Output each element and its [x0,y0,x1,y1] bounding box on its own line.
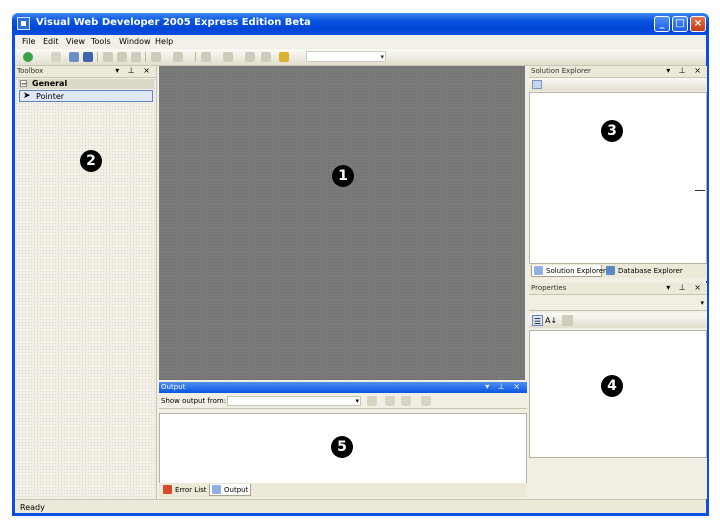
properties-toolbar: ☰ A↓ [529,313,707,328]
standard-toolbar: ▾ [15,49,706,66]
properties-object-select[interactable]: ▾ [529,296,707,311]
add-item-icon[interactable] [51,52,61,62]
panel-window-buttons[interactable]: ▾ ⊥ × [666,66,704,75]
tab-database-explorer[interactable]: Database Explorer [604,265,686,277]
panel-window-buttons[interactable]: ▾ ⊥ × [666,283,704,292]
marker-output: 5 [331,436,353,458]
toolbox-background [15,78,156,499]
toolbox-item-pointer[interactable]: ➤ Pointer [19,90,153,102]
solution-explorer-title: Solution Explorer [531,67,591,75]
maximize-button[interactable]: □ [672,16,688,32]
chevron-down-icon: ▾ [355,397,359,405]
tab-output[interactable]: Output [209,484,251,496]
collapse-icon[interactable]: − [20,80,27,88]
find-combo[interactable]: ▾ [306,51,386,62]
tab-label: Output [224,486,249,494]
tab-error-list[interactable]: Error List [161,484,207,496]
start-debugging-icon[interactable] [245,52,255,62]
chevron-down-icon: ▾ [700,299,704,307]
menu-window[interactable]: Window [119,37,151,46]
solution-explorer-panel: Solution Explorer ▾ ⊥ × Solution Explore… [529,66,707,281]
alphabetical-icon[interactable]: A↓ [545,315,557,326]
toolbox-group-label: General [32,79,68,88]
window-title: Visual Web Developer 2005 Express Editio… [36,17,311,28]
status-text: Ready [20,503,45,512]
toolbox-header: Toolbox ▾ ⊥ × [15,66,156,78]
save-all-icon[interactable] [83,52,93,62]
minimize-button[interactable]: _ [654,16,670,32]
next-message-icon[interactable] [401,396,411,406]
output-tab-strip: Error List Output [159,483,527,497]
tab-solution-explorer[interactable]: Solution Explorer [531,265,606,277]
find-message-icon[interactable] [367,396,377,406]
tab-label: Error List [175,486,207,494]
output-toolbar: Show output from: ▾ [159,394,527,409]
new-website-icon[interactable] [23,52,33,62]
marker-toolbox: 2 [80,150,102,172]
marker-properties: 4 [601,375,623,397]
previous-message-icon[interactable] [385,396,395,406]
toolbox-title: Toolbox [17,67,44,75]
properties-title: Properties [531,284,567,292]
navigate-backward-icon[interactable] [201,52,211,62]
app-icon [17,17,30,30]
find-icon[interactable] [261,52,271,62]
find-in-files-icon[interactable] [279,52,289,62]
solution-explorer-toolbar [529,78,707,91]
menu-edit[interactable]: Edit [43,37,59,46]
save-icon[interactable] [69,52,79,62]
output-source-select[interactable]: ▾ [227,396,361,406]
database-explorer-icon [606,266,615,275]
title-bar: Visual Web Developer 2005 Express Editio… [12,13,709,35]
menu-bar: File Edit View Tools Window Help [15,35,706,48]
document-editor-area[interactable] [159,66,525,380]
status-bar: Ready [15,499,706,514]
paste-icon[interactable] [131,52,141,62]
cut-icon[interactable] [103,52,113,62]
close-button[interactable]: × [690,16,706,32]
menu-file[interactable]: File [22,37,35,46]
navigate-forward-icon[interactable] [223,52,233,62]
properties-icon[interactable] [532,80,542,89]
output-icon [212,485,221,494]
chevron-down-icon: ▾ [380,53,384,61]
app-window: Visual Web Developer 2005 Express Editio… [0,0,720,525]
menu-view[interactable]: View [66,37,85,46]
solution-tab-strip: Solution Explorer Database Explorer [529,264,707,278]
output-title: Output [161,383,186,391]
error-list-icon [163,485,172,494]
solution-tree[interactable] [529,92,707,264]
tab-label: Database Explorer [618,267,683,275]
toolbox-group-general[interactable]: − General [18,79,154,89]
toolbox-panel: Toolbox ▾ ⊥ × − General ➤ Pointer [15,66,157,499]
clear-all-icon[interactable] [421,396,431,406]
menu-tools[interactable]: Tools [91,37,111,46]
copy-icon[interactable] [117,52,127,62]
menu-help[interactable]: Help [155,37,173,46]
categorized-icon[interactable]: ☰ [532,315,543,326]
properties-description-area [529,459,707,499]
panel-window-buttons[interactable]: ▾ ⊥ × [115,66,153,75]
solution-explorer-icon [534,266,543,275]
undo-icon[interactable] [151,52,161,62]
properties-header: Properties ▾ ⊥ × [529,283,707,295]
output-header: Output ▾ ⊥ × [159,382,527,393]
window-bottom-border [12,513,709,516]
property-pages-icon[interactable] [562,315,573,326]
show-output-label: Show output from: [161,397,227,405]
tab-label: Solution Explorer [546,267,606,275]
panel-window-buttons[interactable]: ▾ ⊥ × [485,382,523,391]
marker-editor: 1 [332,165,354,187]
toolbox-item-label: Pointer [36,92,65,101]
solution-explorer-header: Solution Explorer ▾ ⊥ × [529,66,707,78]
arrow-pointer-icon: ➤ [23,91,31,101]
marker-solution-explorer: 3 [601,120,623,142]
tree-marker [695,190,705,191]
redo-icon[interactable] [173,52,183,62]
